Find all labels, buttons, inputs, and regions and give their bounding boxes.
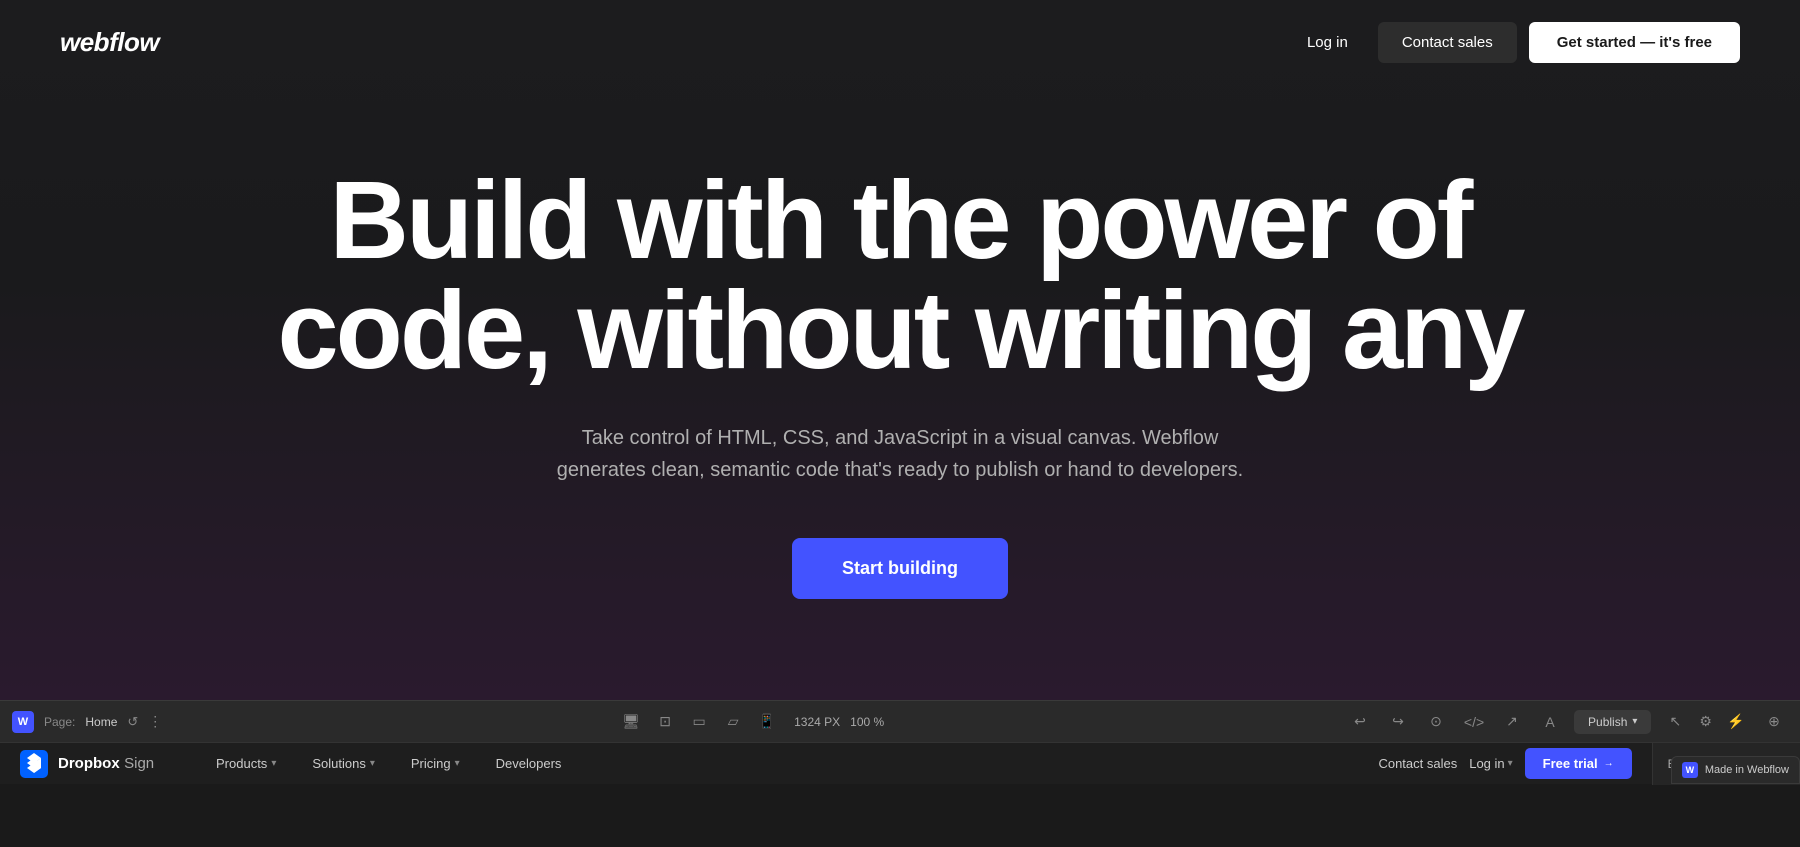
hero-subtitle: Take control of HTML, CSS, and JavaScrip… — [550, 422, 1250, 486]
browser-nav-items: Products ▾ Solutions ▾ Pricing ▾ Develop… — [200, 748, 1358, 779]
made-in-webflow-badge[interactable]: W Made in Webflow — [1671, 756, 1800, 784]
publish-button[interactable]: Publish ▾ — [1574, 710, 1651, 734]
code-view-button[interactable]: </> — [1460, 709, 1488, 735]
desktop-view-button[interactable]: 🖥 — [616, 709, 646, 735]
editor-bar-right: ↩ ↪ ⊙ </> ↗ A Publish ▾ ↖ ⚙ ⚡ ⊕ — [1346, 709, 1788, 735]
extra-icon[interactable]: ⊕ — [1760, 709, 1788, 735]
hero-title: Build with the power of code, without wr… — [278, 166, 1523, 386]
browser-nav-developers[interactable]: Developers — [480, 748, 578, 779]
lightning-icon[interactable]: ⚡ — [1722, 709, 1750, 735]
editor-page-name[interactable]: Home — [85, 715, 117, 729]
hero-content: Build with the power of code, without wr… — [78, 65, 1723, 700]
editor-page-label: Page: — [44, 715, 75, 729]
browser-logo-area: Dropbox Sign — [0, 750, 200, 778]
miw-text: Made in Webflow — [1705, 764, 1789, 776]
nav-right: Log in Contact sales Get started — it's … — [1289, 22, 1740, 63]
font-button[interactable]: A — [1536, 709, 1564, 735]
browser-logo-text: Dropbox Sign — [58, 755, 154, 773]
bottom-area: W Page: Home ↺ ⋮ 🖥 ⊡ ▭ ▱ 📱 1324 PX 100 %… — [0, 700, 1800, 805]
editor-bar-left: W Page: Home ↺ ⋮ — [12, 711, 162, 733]
editor-more-options[interactable]: ⋮ — [148, 713, 162, 730]
share-button[interactable]: ↗ — [1498, 709, 1526, 735]
hero-section: webflow Log in Contact sales Get started… — [0, 0, 1800, 700]
mobile-portrait-button[interactable]: 📱 — [752, 709, 782, 735]
cursor-icon[interactable]: ↖ — [1661, 709, 1689, 735]
settings-icon[interactable]: ⚙ — [1699, 713, 1712, 730]
browser-nav-right: Contact sales Log in ▾ Free trial → — [1358, 748, 1651, 779]
browser-nav-pricing[interactable]: Pricing ▾ — [395, 748, 476, 779]
editor-bar: W Page: Home ↺ ⋮ 🖥 ⊡ ▭ ▱ 📱 1324 PX 100 %… — [0, 700, 1800, 742]
webflow-logo: webflow — [60, 27, 159, 58]
editor-size-label: 1324 PX 100 % — [794, 715, 884, 729]
browser-free-trial-button[interactable]: Free trial → — [1525, 748, 1632, 779]
miw-w-icon: W — [1682, 762, 1698, 778]
contact-sales-button[interactable]: Contact sales — [1378, 22, 1517, 63]
browser-contact-link[interactable]: Contact sales — [1378, 756, 1457, 771]
browser-nav-solutions[interactable]: Solutions ▾ — [296, 748, 391, 779]
mobile-landscape-button[interactable]: ▱ — [718, 709, 748, 735]
tablet-view-button[interactable]: ▭ — [684, 709, 714, 735]
browser-nav-products[interactable]: Products ▾ — [200, 748, 292, 779]
editor-bar-center: 🖥 ⊡ ▭ ▱ 📱 1324 PX 100 % — [616, 709, 892, 735]
login-button[interactable]: Log in — [1289, 24, 1366, 61]
editor-w-icon: W — [12, 711, 34, 733]
breakpoint-button[interactable]: ⊡ — [650, 709, 680, 735]
history-button[interactable]: ⊙ — [1422, 709, 1450, 735]
browser-login-button[interactable]: Log in ▾ — [1469, 756, 1512, 771]
dropbox-logo — [20, 750, 48, 778]
redo-button[interactable]: ↪ — [1384, 709, 1412, 735]
undo-button[interactable]: ↩ — [1346, 709, 1374, 735]
browser-bar: Dropbox Sign Products ▾ Solutions ▾ Pric… — [0, 742, 1800, 784]
get-started-button[interactable]: Get started — it's free — [1529, 22, 1740, 63]
start-building-button[interactable]: Start building — [792, 538, 1008, 599]
refresh-icon[interactable]: ↺ — [127, 714, 138, 730]
